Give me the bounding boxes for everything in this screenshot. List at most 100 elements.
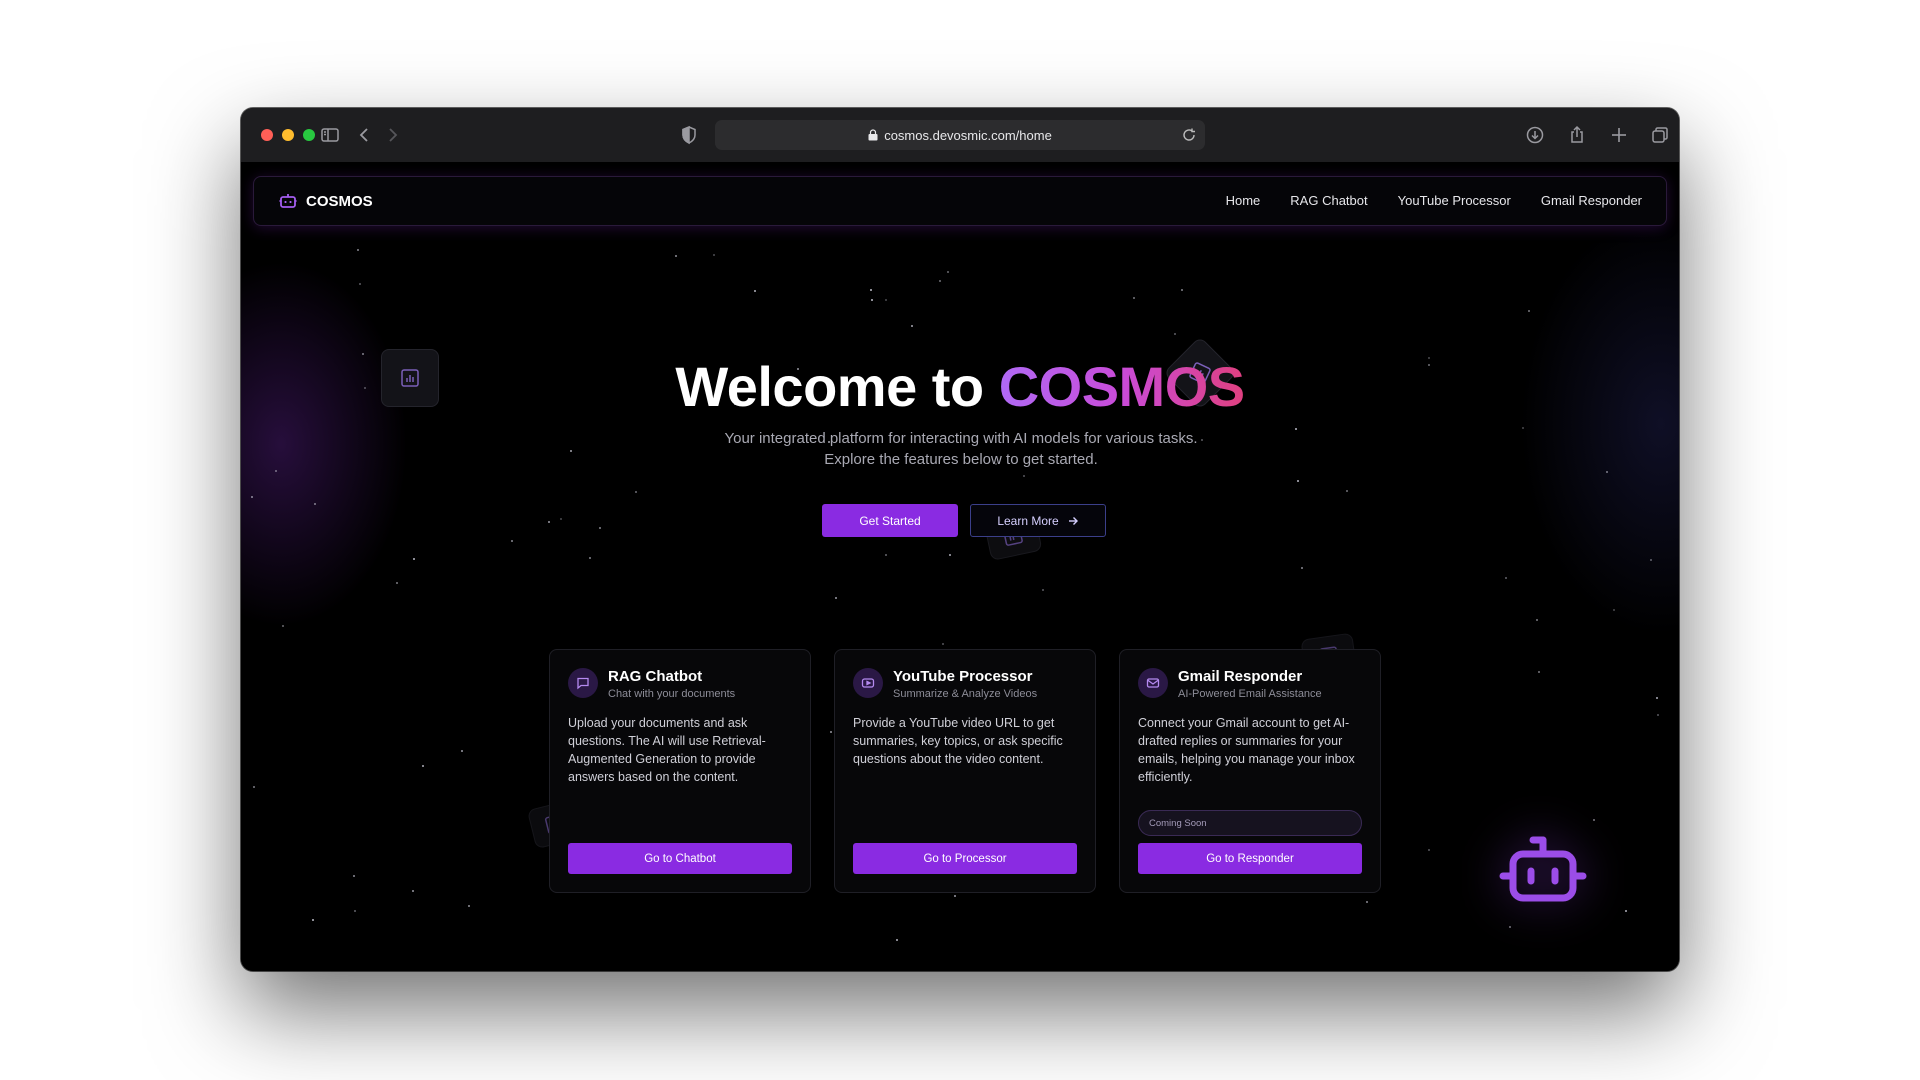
minimize-window-button[interactable] — [282, 129, 294, 141]
nav-link-home[interactable]: Home — [1226, 193, 1261, 208]
star-dot — [1301, 567, 1303, 569]
star-dot — [1536, 619, 1538, 621]
coming-soon-badge: Coming Soon — [1138, 810, 1362, 836]
star-dot — [357, 249, 359, 251]
star-dot — [1181, 289, 1183, 291]
star-dot — [396, 582, 398, 584]
card-subtitle: Chat with your documents — [608, 688, 736, 700]
browser-toolbar: cosmos.devosmic.com/home — [241, 108, 1679, 163]
star-dot — [885, 554, 887, 556]
star-dot — [1023, 475, 1025, 477]
card-subtitle: Summarize & Analyze Videos — [893, 688, 1038, 700]
robot-logo-icon — [279, 194, 297, 208]
go-to-processor-button[interactable]: Go to Processor — [853, 843, 1077, 874]
star-dot — [1606, 471, 1608, 473]
star-dot — [885, 299, 887, 301]
star-dot — [1657, 714, 1659, 716]
star-dot — [599, 527, 601, 529]
star-dot — [468, 905, 470, 907]
feature-card-rag-chatbot: RAG Chatbot Chat with your documents Upl… — [549, 649, 811, 893]
card-description: Connect your Gmail account to get AI-dra… — [1138, 716, 1355, 784]
star-dot — [1133, 297, 1135, 299]
star-dot — [939, 280, 941, 282]
star-dot — [1650, 559, 1652, 561]
star-dot — [251, 496, 253, 498]
star-dot — [954, 895, 956, 897]
sidebar-toggle-icon[interactable] — [319, 124, 341, 146]
star-dot — [1593, 819, 1595, 821]
star-dot — [1295, 428, 1297, 430]
learn-more-label: Learn More — [997, 513, 1059, 528]
star-dot — [354, 910, 356, 912]
nav-link-youtube-processor[interactable]: YouTube Processor — [1398, 193, 1511, 208]
star-dot — [835, 597, 837, 599]
star-dot — [413, 558, 415, 560]
chat-bubble-icon — [568, 668, 598, 698]
star-dot — [1174, 333, 1176, 335]
card-title: RAG Chatbot — [608, 668, 703, 685]
star-dot — [947, 271, 949, 273]
star-dot — [896, 939, 898, 941]
star-dot — [675, 255, 677, 257]
privacy-shield-icon[interactable] — [678, 124, 700, 146]
star-dot — [314, 503, 316, 505]
brand-logo[interactable]: COSMOS — [278, 191, 373, 211]
hero-title-accent: COSMOS — [998, 355, 1245, 418]
star-dot — [1428, 849, 1430, 851]
star-dot — [560, 518, 562, 520]
new-tab-plus-icon[interactable] — [1608, 124, 1630, 146]
star-dot — [1297, 480, 1299, 482]
star-dot — [911, 325, 913, 327]
star-dot — [1625, 910, 1627, 912]
brand-name: COSMOS — [306, 192, 373, 210]
star-dot — [1656, 697, 1658, 699]
star-dot — [1042, 589, 1044, 591]
close-window-button[interactable] — [261, 129, 273, 141]
hero-title-prefix: Welcome to — [675, 355, 999, 418]
nav-link-rag-chatbot[interactable]: RAG Chatbot — [1290, 193, 1367, 208]
star-dot — [1538, 671, 1540, 673]
card-description: Upload your documents and ask questions.… — [568, 716, 766, 784]
robot-mascot-icon[interactable] — [1493, 824, 1593, 924]
learn-more-button[interactable]: Learn More — [970, 504, 1106, 537]
star-dot — [461, 750, 463, 752]
hero-subtitle: Your integrated platform for interacting… — [724, 430, 1198, 468]
star-dot — [275, 470, 277, 472]
share-icon[interactable] — [1566, 124, 1588, 146]
star-dot — [359, 283, 361, 285]
lock-icon — [868, 129, 878, 141]
go-to-responder-button[interactable]: Go to Responder — [1138, 843, 1362, 874]
get-started-button[interactable]: Get Started — [822, 504, 958, 537]
maximize-window-button[interactable] — [303, 129, 315, 141]
go-to-chatbot-button[interactable]: Go to Chatbot — [568, 843, 792, 874]
card-title: Gmail Responder — [1178, 668, 1303, 685]
star-dot — [589, 557, 591, 559]
mail-icon — [1138, 668, 1168, 698]
star-dot — [1346, 490, 1348, 492]
star-dot — [1366, 901, 1368, 903]
star-dot — [1509, 926, 1511, 928]
star-dot — [312, 919, 314, 921]
nav-link-gmail-responder[interactable]: Gmail Responder — [1541, 193, 1642, 208]
hero-title: Welcome to COSMOS — [241, 354, 1679, 419]
page-viewport: COSMOS Home RAG Chatbot YouTube Processo… — [241, 164, 1679, 971]
download-icon[interactable] — [1524, 124, 1546, 146]
star-dot — [412, 890, 414, 892]
star-dot — [830, 731, 832, 733]
star-dot — [949, 554, 951, 556]
address-bar[interactable]: cosmos.devosmic.com/home — [715, 120, 1205, 150]
star-dot — [713, 254, 715, 256]
feature-card-gmail-responder: Gmail Responder AI-Powered Email Assista… — [1119, 649, 1381, 893]
star-dot — [1613, 609, 1615, 611]
nav-links: Home RAG Chatbot YouTube Processor Gmail… — [1226, 193, 1642, 208]
star-dot — [635, 491, 637, 493]
star-dot — [511, 540, 513, 542]
forward-arrow-icon[interactable] — [381, 124, 403, 146]
tab-overview-icon[interactable] — [1649, 124, 1671, 146]
star-dot — [353, 875, 355, 877]
back-arrow-icon[interactable] — [354, 124, 376, 146]
star-dot — [870, 289, 872, 291]
card-title: YouTube Processor — [893, 668, 1033, 685]
feature-card-youtube-processor: YouTube Processor Summarize & Analyze Vi… — [834, 649, 1096, 893]
reload-icon[interactable] — [1181, 127, 1197, 143]
